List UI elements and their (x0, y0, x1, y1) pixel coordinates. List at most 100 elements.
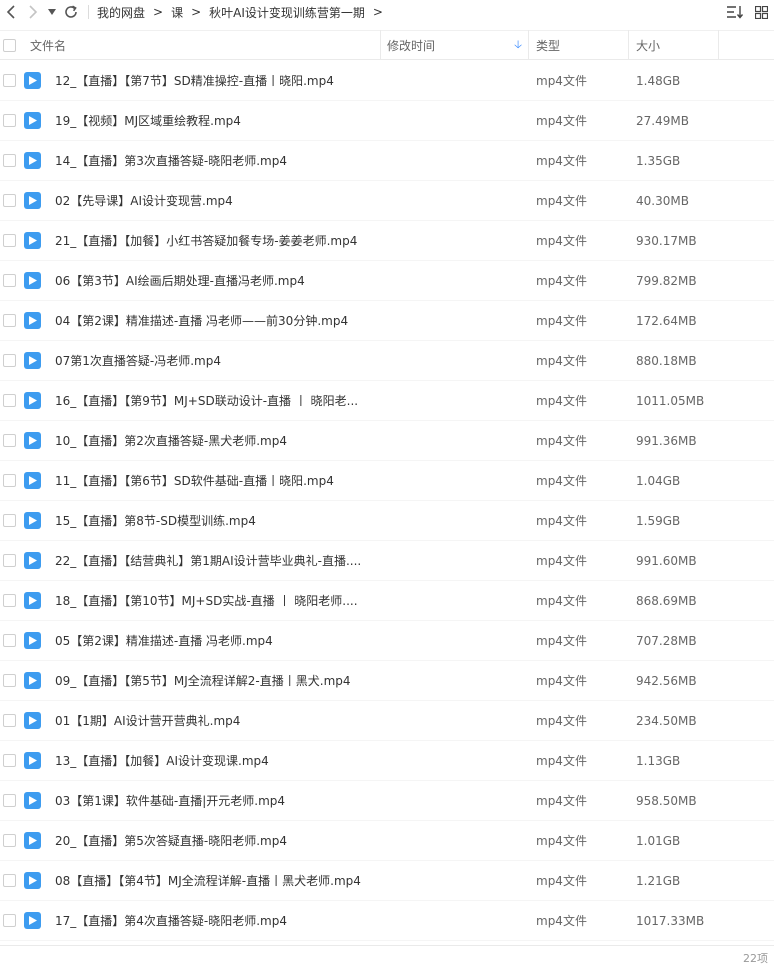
row-checkbox[interactable] (3, 194, 16, 207)
row-checkbox[interactable] (3, 634, 16, 647)
file-name[interactable]: 03【第1课】软件基础-直播|开元老师.mp4 (54, 792, 366, 809)
file-size: 868.69MB (636, 593, 697, 608)
file-name[interactable]: 12_【直播】【第7节】SD精准操控-直播丨晓阳.mp4 (54, 72, 366, 89)
file-name[interactable]: 13_【直播】【加餐】AI设计变现课.mp4 (54, 752, 366, 769)
row-checkbox[interactable] (3, 114, 16, 127)
file-type: mp4文件 (536, 714, 587, 728)
file-row[interactable]: 17_【直播】第4次直播答疑-晓阳老师.mp4 mp4文件 1017.33MB (0, 901, 774, 941)
row-checkbox[interactable] (3, 834, 16, 847)
file-name[interactable]: 14_【直播】第3次直播答疑-晓阳老师.mp4 (54, 152, 366, 169)
file-row[interactable]: 07第1次直播答疑-冯老师.mp4 mp4文件 880.18MB (0, 341, 774, 381)
row-checkbox[interactable] (3, 434, 16, 447)
file-row[interactable]: 16_【直播】【第9节】MJ+SD联动设计-直播 丨 晓阳老... mp4文件 10… (0, 381, 774, 421)
file-name[interactable]: 22_【直播】【结营典礼】第1期AI设计营毕业典礼-直播.... (54, 552, 366, 569)
refresh-button[interactable] (60, 0, 82, 24)
column-header-name[interactable]: 文件名 (24, 30, 381, 60)
select-all-cell (0, 30, 24, 60)
row-checkbox[interactable] (3, 874, 16, 887)
file-name[interactable]: 07第1次直播答疑-冯老师.mp4 (54, 352, 366, 369)
file-type: mp4文件 (536, 154, 587, 168)
row-select-cell (0, 874, 24, 887)
video-file-icon (24, 472, 41, 489)
file-row[interactable]: 20_【直播】第5次答疑直播-晓阳老师.mp4 mp4文件 1.01GB (0, 821, 774, 861)
row-checkbox[interactable] (3, 554, 16, 567)
row-checkbox[interactable] (3, 74, 16, 87)
file-name[interactable]: 02【先导课】AI设计变现营.mp4 (54, 192, 366, 209)
row-select-cell (0, 914, 24, 927)
file-name[interactable]: 15_【直播】第8节-SD模型训练.mp4 (54, 512, 366, 529)
file-name[interactable]: 18_【直播】【第10节】MJ+SD实战-直播 丨 晓阳老师.... (54, 592, 366, 609)
row-checkbox[interactable] (3, 154, 16, 167)
row-checkbox[interactable] (3, 714, 16, 727)
file-row[interactable]: 10_【直播】第2次直播答疑-黑犬老师.mp4 mp4文件 991.36MB (0, 421, 774, 461)
file-row[interactable]: 02【先导课】AI设计变现营.mp4 mp4文件 40.30MB (0, 181, 774, 221)
breadcrumb-item-course[interactable]: 课 (171, 4, 183, 21)
file-icon-cell (24, 272, 54, 289)
file-row[interactable]: 15_【直播】第8节-SD模型训练.mp4 mp4文件 1.59GB (0, 501, 774, 541)
file-type: mp4文件 (536, 314, 587, 328)
file-row[interactable]: 21_【直播】【加餐】小红书答疑加餐专场-姜姜老师.mp4 mp4文件 930.17… (0, 221, 774, 261)
select-all-checkbox[interactable] (3, 38, 16, 52)
row-checkbox[interactable] (3, 674, 16, 687)
breadcrumb-item-current[interactable]: 秋叶AI设计变现训练营第一期 (209, 4, 365, 21)
file-name[interactable]: 11_【直播】【第6节】SD软件基础-直播丨晓阳.mp4 (54, 472, 366, 489)
file-row[interactable]: 03【第1课】软件基础-直播|开元老师.mp4 mp4文件 958.50MB (0, 781, 774, 821)
sort-button[interactable] (726, 3, 744, 21)
grid-view-button[interactable] (752, 3, 770, 21)
file-type: mp4文件 (536, 194, 587, 208)
column-header-type[interactable]: 类型 (529, 30, 629, 60)
file-row[interactable]: 12_【直播】【第7节】SD精准操控-直播丨晓阳.mp4 mp4文件 1.48GB (0, 61, 774, 101)
file-row[interactable]: 18_【直播】【第10节】MJ+SD实战-直播 丨 晓阳老师.... mp4文件 8… (0, 581, 774, 621)
video-file-icon (24, 312, 41, 329)
row-checkbox[interactable] (3, 394, 16, 407)
file-name[interactable]: 19_【视频】MJ区域重绘教程.mp4 (54, 112, 366, 129)
file-row[interactable]: 04【第2课】精准描述-直播 冯老师——前30分钟.mp4 mp4文件 172.64… (0, 301, 774, 341)
row-checkbox[interactable] (3, 594, 16, 607)
chevron-left-icon (6, 5, 15, 19)
file-row[interactable]: 13_【直播】【加餐】AI设计变现课.mp4 mp4文件 1.13GB (0, 741, 774, 781)
row-checkbox[interactable] (3, 354, 16, 367)
file-row[interactable]: 01【1期】AI设计营开营典礼.mp4 mp4文件 234.50MB (0, 701, 774, 741)
back-button[interactable] (0, 0, 22, 24)
row-checkbox[interactable] (3, 234, 16, 247)
file-row[interactable]: 05【第2课】精准描述-直播 冯老师.mp4 mp4文件 707.28MB (0, 621, 774, 661)
file-name[interactable]: 01【1期】AI设计营开营典礼.mp4 (54, 712, 366, 729)
file-name[interactable]: 10_【直播】第2次直播答疑-黑犬老师.mp4 (54, 432, 366, 449)
file-row[interactable]: 11_【直播】【第6节】SD软件基础-直播丨晓阳.mp4 mp4文件 1.04GB (0, 461, 774, 501)
row-checkbox[interactable] (3, 274, 16, 287)
file-row[interactable]: 09_【直播】【第5节】MJ全流程详解2-直播丨黑犬.mp4 mp4文件 942.5… (0, 661, 774, 701)
file-size: 942.56MB (636, 673, 697, 688)
file-name[interactable]: 16_【直播】【第9节】MJ+SD联动设计-直播 丨 晓阳老... (54, 392, 366, 409)
forward-button[interactable] (22, 0, 44, 24)
row-select-cell (0, 474, 24, 487)
row-checkbox[interactable] (3, 914, 16, 927)
file-type: mp4文件 (536, 754, 587, 768)
file-type: mp4文件 (536, 514, 587, 528)
row-checkbox[interactable] (3, 314, 16, 327)
row-checkbox[interactable] (3, 514, 16, 527)
column-header-size[interactable]: 大小 (629, 30, 719, 60)
row-checkbox[interactable] (3, 474, 16, 487)
file-name[interactable]: 05【第2课】精准描述-直播 冯老师.mp4 (54, 632, 366, 649)
file-name[interactable]: 08【直播】【第4节】MJ全流程详解-直播丨黑犬老师.mp4 (54, 872, 366, 889)
history-dropdown-button[interactable] (44, 0, 60, 24)
file-name[interactable]: 04【第2课】精准描述-直播 冯老师——前30分钟.mp4 (54, 312, 366, 329)
file-row[interactable]: 19_【视频】MJ区域重绘教程.mp4 mp4文件 27.49MB (0, 101, 774, 141)
file-row[interactable]: 14_【直播】第3次直播答疑-晓阳老师.mp4 mp4文件 1.35GB (0, 141, 774, 181)
breadcrumb-item-root[interactable]: 我的网盘 (97, 4, 145, 21)
file-name[interactable]: 06【第3节】AI绘画后期处理-直播冯老师.mp4 (54, 272, 366, 289)
video-file-icon (24, 592, 41, 609)
file-name[interactable]: 21_【直播】【加餐】小红书答疑加餐专场-姜姜老师.mp4 (54, 232, 366, 249)
breadcrumb-separator-icon[interactable]: > (373, 5, 383, 19)
column-header-modified[interactable]: 修改时间 🡣 (381, 30, 529, 60)
file-name[interactable]: 09_【直播】【第5节】MJ全流程详解2-直播丨黑犬.mp4 (54, 672, 366, 689)
file-name[interactable]: 20_【直播】第5次答疑直播-晓阳老师.mp4 (54, 832, 366, 849)
file-row[interactable]: 08【直播】【第4节】MJ全流程详解-直播丨黑犬老师.mp4 mp4文件 1.21G… (0, 861, 774, 901)
row-checkbox[interactable] (3, 754, 16, 767)
file-row[interactable]: 22_【直播】【结营典礼】第1期AI设计营毕业典礼-直播.... mp4文件 991… (0, 541, 774, 581)
file-name[interactable]: 17_【直播】第4次直播答疑-晓阳老师.mp4 (54, 912, 366, 929)
file-row[interactable]: 06【第3节】AI绘画后期处理-直播冯老师.mp4 mp4文件 799.82MB (0, 261, 774, 301)
video-file-icon (24, 392, 41, 409)
file-size: 1.59GB (636, 513, 681, 528)
row-checkbox[interactable] (3, 794, 16, 807)
